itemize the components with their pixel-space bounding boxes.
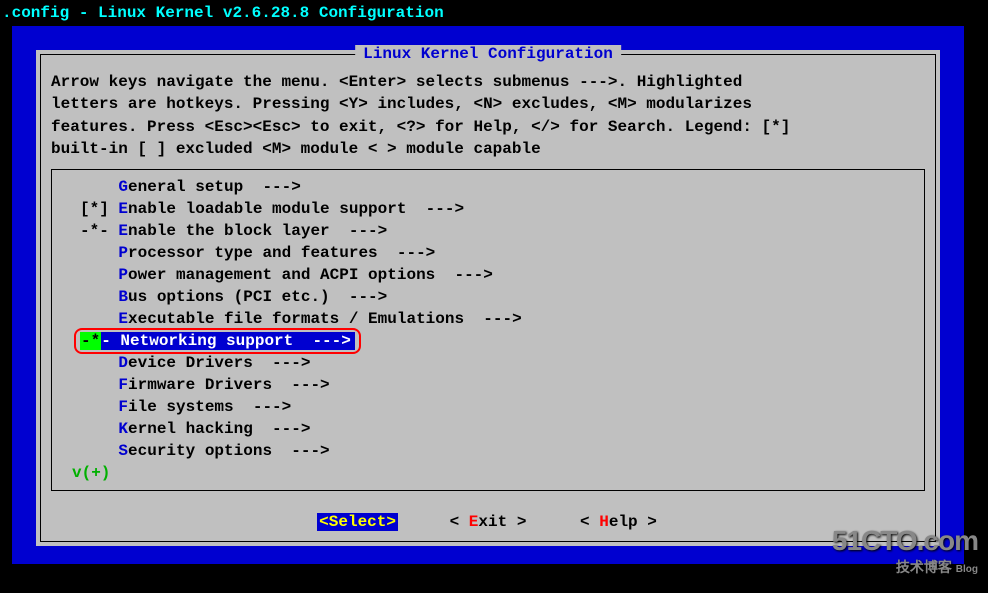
- menu-item-networking[interactable]: -*- Networking support --->: [52, 330, 924, 352]
- menu-item-power-mgmt[interactable]: Power management and ACPI options --->: [52, 264, 924, 286]
- menu-list[interactable]: General setup ---> [*] Enable loadable m…: [51, 169, 925, 491]
- menu-item-filesystems[interactable]: File systems --->: [52, 396, 924, 418]
- menu-item-firmware[interactable]: Firmware Drivers --->: [52, 374, 924, 396]
- help-line: built-in [ ] excluded <M> module < > mod…: [51, 138, 925, 160]
- menu-item-kernel-hacking[interactable]: Kernel hacking --->: [52, 418, 924, 440]
- dialog-title: Linux Kernel Configuration: [355, 45, 621, 63]
- title-bar: .config - Linux Kernel v2.6.28.8 Configu…: [0, 0, 988, 26]
- menu-item-processor[interactable]: Processor type and features --->: [52, 242, 924, 264]
- main-window: Linux Kernel Configuration Arrow keys na…: [12, 26, 964, 564]
- menu-item-security[interactable]: Security options --->: [52, 440, 924, 462]
- dialog-box: Linux Kernel Configuration Arrow keys na…: [36, 50, 940, 546]
- help-line: Arrow keys navigate the menu. <Enter> se…: [51, 71, 925, 93]
- help-line: features. Press <Esc><Esc> to exit, <?> …: [51, 116, 925, 138]
- button-row: <Select> < Exit > < Help >: [41, 499, 935, 537]
- scroll-down-indicator: v(+): [52, 462, 924, 484]
- help-line: letters are hotkeys. Pressing <Y> includ…: [51, 93, 925, 115]
- select-button[interactable]: <Select>: [317, 513, 398, 531]
- menu-item-general-setup[interactable]: General setup --->: [52, 176, 924, 198]
- exit-button[interactable]: < Exit >: [448, 513, 529, 531]
- menu-item-bus-options[interactable]: Bus options (PCI etc.) --->: [52, 286, 924, 308]
- help-button[interactable]: < Help >: [578, 513, 659, 531]
- menu-item-device-drivers[interactable]: Device Drivers --->: [52, 352, 924, 374]
- menu-item-loadable-module[interactable]: [*] Enable loadable module support --->: [52, 198, 924, 220]
- menu-item-block-layer[interactable]: -*- Enable the block layer --->: [52, 220, 924, 242]
- menu-item-exec-formats[interactable]: Executable file formats / Emulations ---…: [52, 308, 924, 330]
- help-text: Arrow keys navigate the menu. <Enter> se…: [41, 55, 935, 167]
- watermark: 51CTO.com 技术博客 Blog: [832, 525, 978, 577]
